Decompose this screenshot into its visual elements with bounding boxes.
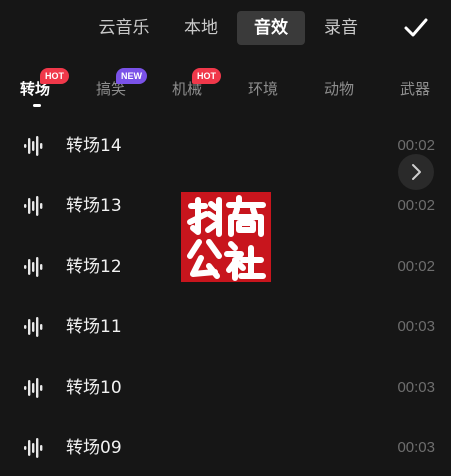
tab-cloud-music[interactable]: 云音乐 — [86, 11, 162, 45]
sound-name: 转场11 — [66, 317, 122, 337]
active-category-indicator — [33, 104, 41, 107]
tab-recording[interactable]: 录音 — [310, 11, 372, 45]
watermark-logo — [181, 192, 271, 282]
sound-name: 转场12 — [66, 257, 122, 277]
checkmark-icon[interactable] — [402, 14, 430, 42]
sound-duration: 00:02 — [397, 197, 435, 214]
chevron-right-icon — [412, 164, 421, 180]
sound-duration: 00:03 — [397, 318, 435, 335]
category-label: 动物 — [324, 80, 355, 98]
waveform-icon — [24, 438, 43, 458]
hot-badge: HOT — [192, 68, 221, 84]
sound-row[interactable]: 转场09 00:03 — [0, 418, 451, 476]
sound-duration: 00:02 — [397, 258, 435, 275]
hot-badge: HOT — [40, 68, 69, 84]
tab-sound-effects[interactable]: 音效 — [237, 11, 305, 45]
category-animals[interactable]: 动物 — [324, 78, 354, 100]
category-tab-bar: 转场 HOT 搞笑 NEW 机械 HOT 环境 动物 武器 — [0, 64, 451, 114]
sound-row[interactable]: 转场10 00:03 — [0, 358, 451, 418]
sound-name: 转场13 — [66, 196, 122, 216]
source-tab-bar: 云音乐 本地 音效 录音 — [0, 0, 451, 56]
sound-row[interactable]: 转场11 00:03 — [0, 297, 451, 357]
waveform-icon — [24, 196, 43, 216]
waveform-icon — [24, 257, 43, 277]
tab-local[interactable]: 本地 — [170, 11, 232, 45]
waveform-icon — [24, 317, 43, 337]
sound-duration: 00:03 — [397, 439, 435, 456]
sound-duration: 00:02 — [397, 137, 435, 154]
new-badge: NEW — [116, 68, 147, 84]
next-button[interactable] — [398, 154, 434, 190]
category-label: 环境 — [248, 80, 279, 98]
waveform-icon — [24, 378, 43, 398]
waveform-icon — [24, 136, 43, 156]
category-label: 武器 — [400, 80, 431, 98]
category-environment[interactable]: 环境 — [248, 78, 278, 100]
sound-name: 转场14 — [66, 136, 122, 156]
sound-duration: 00:03 — [397, 379, 435, 396]
sound-row[interactable]: 转场14 00:02 — [0, 116, 451, 176]
sound-effects-screen: 云音乐 本地 音效 录音 转场 HOT 搞笑 NEW 机械 HOT 环境 动物 … — [0, 0, 451, 476]
sound-name: 转场09 — [66, 438, 122, 458]
category-weapons[interactable]: 武器 — [400, 78, 430, 100]
sound-name: 转场10 — [66, 378, 122, 398]
